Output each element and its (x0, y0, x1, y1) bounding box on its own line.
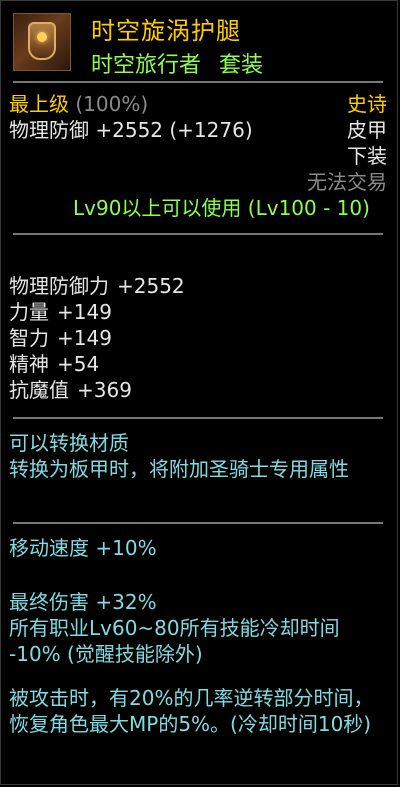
effects-spacer-1 (9, 561, 387, 589)
leg-armor-icon (13, 13, 71, 71)
stat-value: +54 (57, 352, 100, 376)
stat-row-intelligence: 智力 +149 (9, 325, 387, 351)
defense-row: 物理防御 +2552 (+1276) 皮甲 (9, 117, 387, 143)
grade-percent: (100%) (75, 92, 149, 116)
armor-type: 皮甲 (347, 118, 387, 142)
level-requirement: Lv90以上可以使用 (Lv100 - 10) (73, 196, 370, 220)
convert-line-1: 可以转换材质 (9, 431, 129, 455)
stat-value: +369 (77, 378, 132, 402)
grade-info: 最上级 (100%) (9, 91, 148, 117)
grade-row: 最上级 (100%) 史诗 (9, 91, 387, 117)
effects-spacer-2 (9, 667, 387, 685)
tradeable-label: 无法交易 (307, 170, 387, 194)
defense-bonus: (+1276) (169, 118, 253, 142)
item-summary: 最上级 (100%) 史诗 物理防御 +2552 (+1276) 皮甲 下装 无… (9, 91, 387, 221)
counter-effect: 被攻击时，有20%的几率逆转部分时间，恢复角色最大MP的5%。(冷却时间10秒) (9, 686, 374, 736)
effects-section: 移动速度 +10% 最终伤害 +32% 所有职业Lv60~80所有技能冷却时间 … (9, 535, 387, 737)
stat-label: 抗魔值 (9, 378, 69, 402)
final-damage-label: 最终伤害 (9, 590, 89, 614)
stat-label: 智力 (9, 326, 49, 350)
stat-list: 物理防御力 +2552 力量 +149 智力 +149 精神 +54 抗魔值 +369 (9, 273, 387, 403)
grade-label: 最上级 (9, 92, 69, 116)
convert-section: 可以转换材质 转换为板甲时，将附加圣骑士专用属性 (9, 430, 387, 482)
cooldown-effect: 所有职业Lv60~80所有技能冷却时间 -10% (觉醒技能除外) (9, 616, 340, 666)
stat-value: +149 (57, 326, 112, 350)
defense-info: 物理防御 +2552 (+1276) (9, 117, 253, 143)
defense-value: +2552 (95, 118, 164, 142)
set-name-text: 时空旅行者 (91, 53, 202, 78)
final-damage-row: 最终伤害 +32% (9, 589, 387, 615)
convert-line-2: 转换为板甲时，将附加圣骑士专用属性 (9, 457, 349, 481)
divider-stats (13, 233, 383, 235)
divider-convert (13, 417, 383, 419)
stat-label: 精神 (9, 352, 49, 376)
item-tooltip: 时空旋涡护腿 时空旅行者 套装 最上级 (100%) 史诗 物理防御 +2552 … (0, 0, 398, 785)
move-speed-label: 移动速度 (9, 536, 89, 560)
defense-label: 物理防御 (9, 118, 89, 142)
stat-row-strength: 力量 +149 (9, 299, 387, 325)
stat-value: +2552 (117, 274, 185, 298)
stat-label: 力量 (9, 300, 49, 324)
move-speed-value: +10% (95, 536, 157, 560)
stat-label: 物理防御力 (9, 274, 109, 298)
divider-top (13, 81, 383, 83)
slot-label: 下装 (347, 144, 387, 168)
stat-row-physical-defense: 物理防御力 +2552 (9, 273, 387, 299)
rarity-label: 史诗 (347, 92, 387, 116)
set-name: 时空旅行者 套装 (91, 47, 263, 79)
move-speed-row: 移动速度 +10% (9, 535, 387, 561)
stat-row-magic-resistance: 抗魔值 +369 (9, 377, 387, 403)
set-suffix: 套装 (219, 53, 264, 78)
item-name: 时空旋涡护腿 (91, 17, 241, 45)
final-damage-value: +32% (95, 590, 157, 614)
tooltip-header: 时空旋涡护腿 时空旅行者 套装 (9, 9, 389, 78)
stat-value: +149 (57, 300, 112, 324)
divider-effects (13, 522, 383, 524)
stat-row-spirit: 精神 +54 (9, 351, 387, 377)
